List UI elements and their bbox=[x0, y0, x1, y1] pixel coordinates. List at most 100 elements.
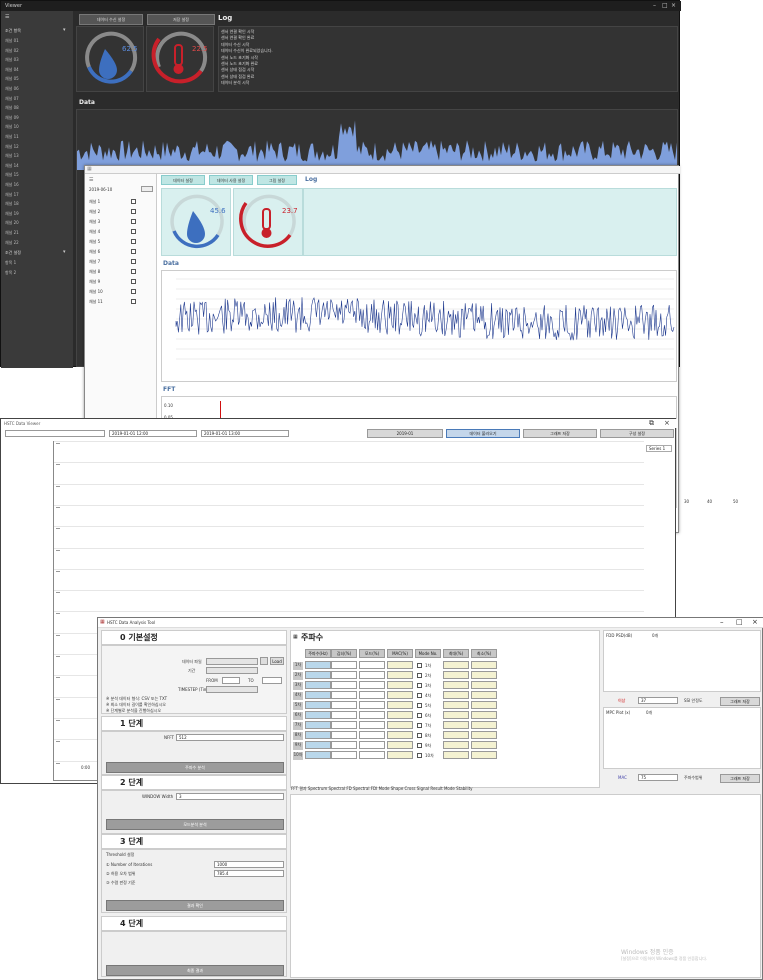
table-cell[interactable] bbox=[305, 671, 331, 679]
chevron-down-icon[interactable]: ▾ bbox=[63, 249, 66, 255]
table-cell[interactable] bbox=[387, 751, 413, 759]
mode-checkbox[interactable] bbox=[417, 723, 422, 728]
table-cell[interactable] bbox=[387, 671, 413, 679]
mode-checkbox[interactable] bbox=[417, 683, 422, 688]
table-cell[interactable] bbox=[387, 731, 413, 739]
table-cell[interactable] bbox=[331, 711, 357, 719]
sidebar-menu-icon[interactable]: ☰ bbox=[89, 177, 93, 183]
table-cell[interactable] bbox=[471, 731, 497, 739]
channel-checkbox[interactable] bbox=[131, 289, 136, 294]
data-receive-button[interactable]: 데이터 수신 설정 bbox=[79, 14, 143, 25]
period-input[interactable] bbox=[206, 667, 258, 674]
graph-settings-button[interactable]: 그림 설정 bbox=[257, 175, 297, 185]
sidebar-menu-icon[interactable]: ☰ bbox=[5, 14, 9, 20]
sidebar-item[interactable]: 채널 06 bbox=[5, 85, 65, 93]
table-cell[interactable] bbox=[331, 751, 357, 759]
table-cell[interactable] bbox=[305, 691, 331, 699]
table-cell[interactable] bbox=[387, 661, 413, 669]
channel-checkbox[interactable] bbox=[131, 219, 136, 224]
sidebar-item[interactable]: 채널 09 bbox=[5, 114, 65, 122]
sidebar-item[interactable]: 채널 08 bbox=[5, 104, 65, 112]
table-cell[interactable] bbox=[331, 661, 357, 669]
table-cell[interactable] bbox=[331, 741, 357, 749]
nfft-select[interactable]: 512 bbox=[176, 734, 284, 741]
start-time-select[interactable]: 2019-01-01 12:00 bbox=[109, 430, 197, 437]
table-cell[interactable] bbox=[305, 721, 331, 729]
sidebar-item[interactable]: 채널 03 bbox=[5, 56, 65, 64]
mode-checkbox[interactable] bbox=[417, 693, 422, 698]
table-cell[interactable] bbox=[443, 691, 469, 699]
iterations-input[interactable]: 1000 bbox=[214, 861, 284, 868]
mode-checkbox[interactable] bbox=[417, 733, 422, 738]
mode-checkbox[interactable] bbox=[417, 743, 422, 748]
table-cell[interactable] bbox=[359, 661, 385, 669]
sidebar-item[interactable]: 채널 16 bbox=[5, 181, 65, 189]
sidebar-item[interactable]: 채널 10 bbox=[5, 123, 65, 131]
minimize-icon[interactable]: – bbox=[653, 1, 656, 11]
table-cell[interactable] bbox=[305, 711, 331, 719]
table-cell[interactable] bbox=[471, 661, 497, 669]
tolerance-input[interactable]: 785.4 bbox=[214, 870, 284, 877]
end-time-select[interactable]: 2019-01-01 13:00 bbox=[201, 430, 289, 437]
sidebar-item[interactable]: 채널 04 bbox=[5, 66, 65, 74]
table-cell[interactable] bbox=[359, 681, 385, 689]
sidebar-section-header[interactable]: 조건 항목 bbox=[5, 27, 65, 35]
sidebar-item[interactable]: 채널 14 bbox=[5, 162, 65, 170]
table-cell[interactable] bbox=[471, 711, 497, 719]
table-cell[interactable] bbox=[443, 701, 469, 709]
sidebar-item[interactable]: 항목 1 bbox=[5, 259, 65, 267]
channel-checkbox[interactable] bbox=[131, 249, 136, 254]
config-button[interactable]: 구성 설정 bbox=[600, 429, 674, 438]
sidebar-item[interactable]: 채널 17 bbox=[5, 191, 65, 199]
chevron-down-icon[interactable]: ▾ bbox=[63, 27, 66, 33]
filter-input[interactable] bbox=[5, 430, 105, 437]
table-cell[interactable] bbox=[443, 731, 469, 739]
channel-checkbox[interactable] bbox=[131, 279, 136, 284]
load-button[interactable]: Load bbox=[270, 657, 284, 665]
sidebar-item[interactable]: 채널 15 bbox=[5, 171, 65, 179]
table-cell[interactable] bbox=[305, 741, 331, 749]
mode-checkbox[interactable] bbox=[417, 703, 422, 708]
table-cell[interactable] bbox=[471, 671, 497, 679]
table-cell[interactable] bbox=[387, 711, 413, 719]
table-cell[interactable] bbox=[331, 691, 357, 699]
sidebar-item[interactable]: 채널 05 bbox=[5, 75, 65, 83]
table-cell[interactable] bbox=[305, 731, 331, 739]
table-cell[interactable] bbox=[305, 681, 331, 689]
date-picker-button[interactable] bbox=[141, 186, 153, 192]
channel-checkbox[interactable] bbox=[131, 209, 136, 214]
channel-checkbox[interactable] bbox=[131, 299, 136, 304]
sidebar-item[interactable]: 항목 2 bbox=[5, 269, 65, 277]
table-cell[interactable] bbox=[359, 691, 385, 699]
stability-input[interactable]: 37 bbox=[638, 697, 678, 704]
close-icon[interactable]: × bbox=[671, 1, 676, 11]
period-select[interactable]: 2019-01 bbox=[367, 429, 443, 438]
table-cell[interactable] bbox=[387, 721, 413, 729]
data-settings-button[interactable]: 데이터 설정 bbox=[161, 175, 205, 185]
channel-checkbox[interactable] bbox=[131, 239, 136, 244]
mode-checkbox[interactable] bbox=[417, 663, 422, 668]
table-cell[interactable] bbox=[387, 741, 413, 749]
sidebar-item[interactable]: 채널 02 bbox=[5, 47, 65, 55]
minimize-icon[interactable]: – bbox=[720, 618, 724, 626]
mac-input[interactable]: 75 bbox=[638, 774, 678, 781]
close-icon[interactable]: × bbox=[752, 618, 758, 626]
table-cell[interactable] bbox=[359, 751, 385, 759]
timestep-input[interactable] bbox=[206, 686, 258, 693]
to-input[interactable] bbox=[262, 677, 282, 684]
table-cell[interactable] bbox=[443, 741, 469, 749]
maximize-icon[interactable]: □ bbox=[662, 1, 668, 11]
table-cell[interactable] bbox=[443, 671, 469, 679]
table-cell[interactable] bbox=[387, 691, 413, 699]
table-cell[interactable] bbox=[443, 661, 469, 669]
table-cell[interactable] bbox=[305, 751, 331, 759]
table-cell[interactable] bbox=[471, 681, 497, 689]
table-cell[interactable] bbox=[471, 691, 497, 699]
browse-button[interactable] bbox=[260, 657, 268, 665]
table-cell[interactable] bbox=[331, 671, 357, 679]
table-cell[interactable] bbox=[471, 701, 497, 709]
table-cell[interactable] bbox=[471, 721, 497, 729]
table-cell[interactable] bbox=[331, 701, 357, 709]
final-result-button[interactable]: 최종 결과 bbox=[106, 965, 284, 976]
mode-checkbox[interactable] bbox=[417, 673, 422, 678]
